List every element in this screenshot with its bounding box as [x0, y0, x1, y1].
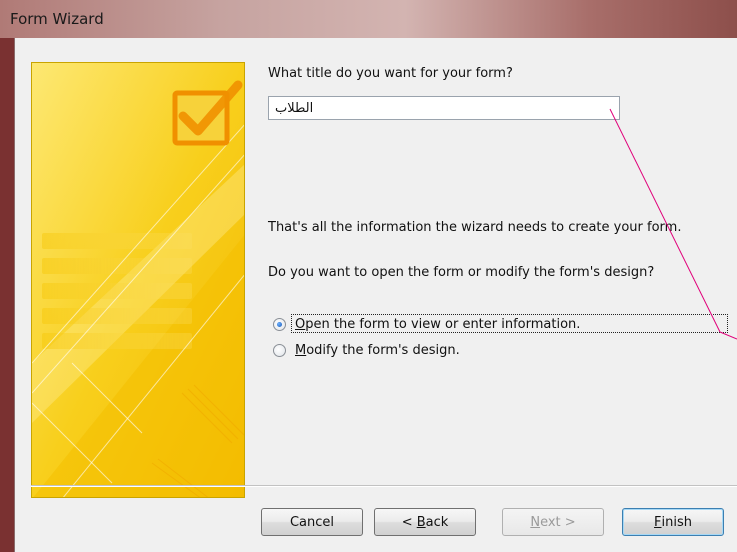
radio-modify-design[interactable]: Modify the form's design. — [273, 340, 460, 360]
checkbox-icon — [172, 80, 243, 146]
finish-button[interactable]: Finish — [622, 508, 724, 536]
back-button[interactable]: < Back — [374, 508, 476, 536]
info-text: That's all the information the wizard ne… — [268, 220, 682, 235]
form-title-prompt: What title do you want for your form? — [268, 66, 513, 81]
radio-modify-design-label: Modify the form's design. — [295, 342, 460, 358]
window-title: Form Wizard — [10, 10, 104, 28]
form-wizard-window: Form Wizard What title do you want for y… — [0, 0, 737, 552]
form-title-input[interactable] — [268, 96, 620, 120]
wizard-content: What title do you want for your form? Th… — [14, 38, 737, 552]
radio-open-form[interactable]: Open the form to view or enter informati… — [273, 314, 580, 334]
next-button[interactable]: Next > — [502, 508, 604, 536]
button-separator — [31, 485, 737, 487]
radio-open-form-indicator[interactable] — [273, 317, 286, 331]
radio-open-form-label: Open the form to view or enter informati… — [295, 316, 581, 332]
wizard-banner-image — [31, 62, 245, 498]
radio-modify-design-indicator[interactable] — [273, 343, 286, 357]
cancel-button[interactable]: Cancel — [261, 508, 363, 536]
wizard-banner-art — [32, 63, 244, 497]
question-text: Do you want to open the form or modify t… — [268, 265, 655, 280]
title-bar[interactable]: Form Wizard — [0, 0, 737, 38]
